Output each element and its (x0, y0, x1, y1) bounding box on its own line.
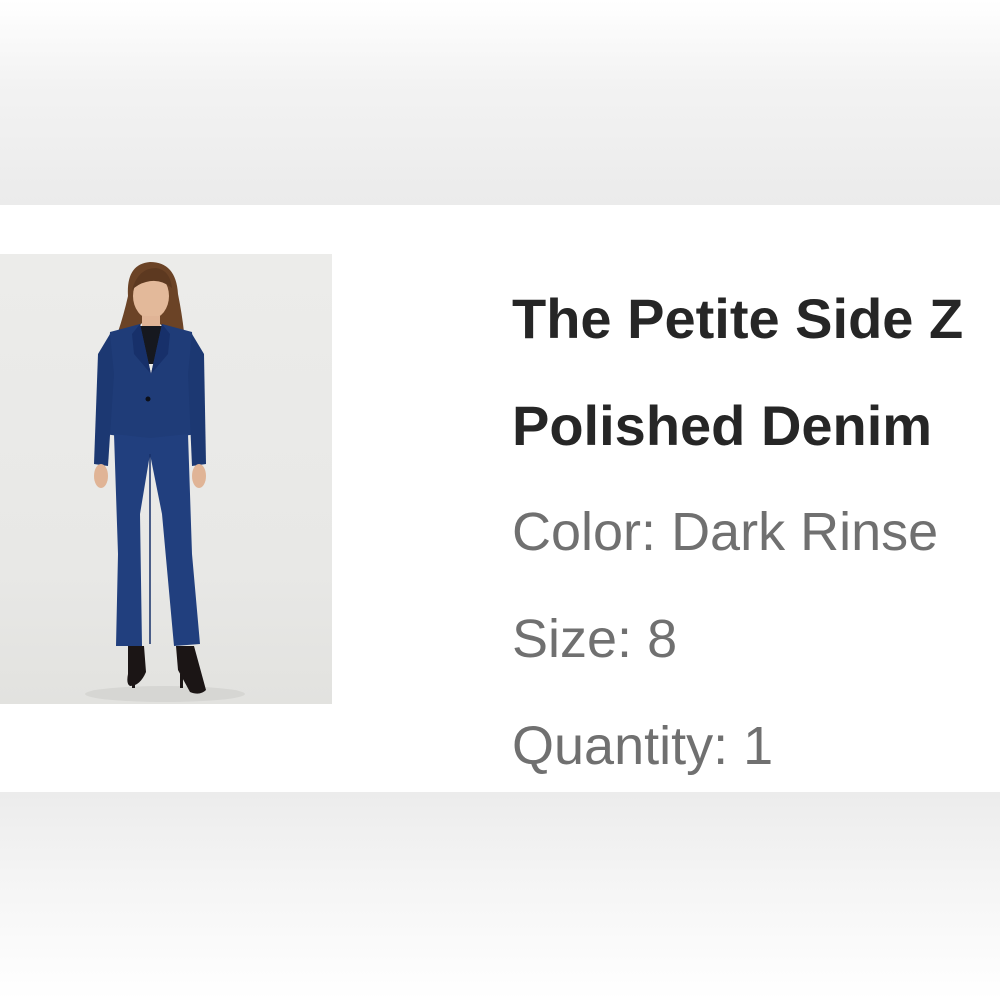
product-details: The Petite Side Z Polished Denim Color: … (512, 265, 1000, 792)
order-item-card: The Petite Side Z Polished Denim Color: … (0, 205, 1000, 792)
quantity-value: 1 (743, 716, 774, 776)
product-title-line-1[interactable]: The Petite Side Z (512, 265, 1000, 372)
product-title-line-2[interactable]: Polished Denim (512, 372, 1000, 479)
product-quantity: Quantity: 1 (512, 693, 1000, 792)
product-color: Color: Dark Rinse (512, 479, 1000, 586)
color-value: Dark Rinse (671, 502, 939, 562)
blurred-background-bottom (0, 792, 1000, 1000)
order-item-screen: The Petite Side Z Polished Denim Color: … (0, 0, 1000, 1000)
quantity-label: Quantity: (512, 716, 729, 776)
product-image[interactable] (0, 254, 332, 704)
size-label: Size: (512, 609, 633, 669)
size-value: 8 (647, 609, 678, 669)
model-photo (85, 262, 245, 702)
blurred-background-top (0, 0, 1000, 205)
color-label: Color: (512, 502, 657, 562)
product-size: Size: 8 (512, 586, 1000, 693)
